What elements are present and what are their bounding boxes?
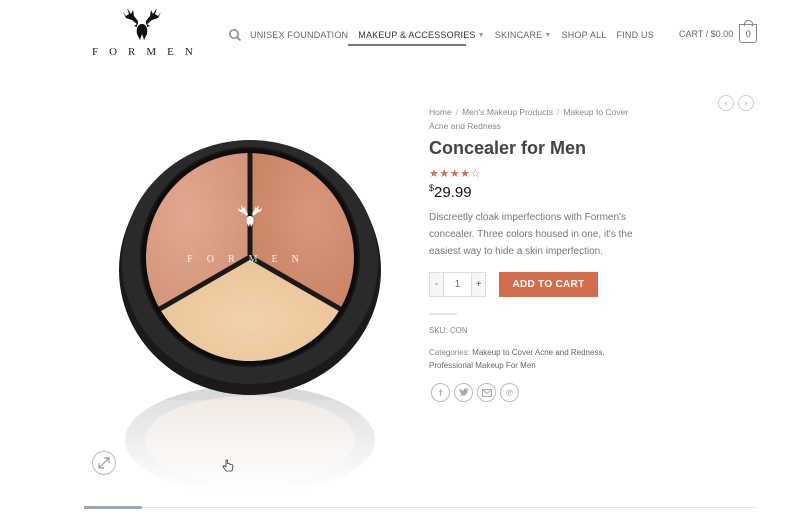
quantity-stepper: - 1 + [429,272,486,297]
search-icon[interactable] [228,28,242,42]
product-brand-text: FORMEN [187,254,313,265]
chevron-left-icon: ‹ [724,98,728,108]
product-sku: SKU: CON [429,326,468,335]
sku-label: SKU: [429,326,448,335]
previous-product-button[interactable]: ‹ [718,95,734,111]
breadcrumb-category[interactable]: Men's Makeup Products [462,107,553,117]
sku-value: CON [449,326,468,335]
active-tab-indicator[interactable] [84,506,142,509]
quantity-decrease-button[interactable]: - [430,273,443,296]
nav-item-label: SHOP ALL [561,30,607,40]
expand-icon [98,457,110,469]
product-description: Discreetly cloak imperfections with Form… [429,212,633,257]
stag-logo-icon [123,8,161,40]
rating-stars[interactable]: ★★★★☆ [429,167,481,180]
chevron-right-icon: › [744,98,748,108]
divider [429,313,457,315]
product-title: Concealer for Men [429,138,587,158]
breadcrumb-home[interactable]: Home [429,107,452,117]
site-logo[interactable]: FORMEN [82,4,202,64]
pinterest-icon[interactable]: ℗ [500,383,519,402]
nav-item-shop-all[interactable]: SHOP ALL [562,30,607,40]
main-nav: UNISEX FOUNDATION MAKEUP & ACCESSORIES ▼… [228,26,664,44]
hand-cursor-icon [222,459,234,472]
breadcrumb: Home / Men's Makeup Products / Makeup to Cov… [429,105,649,133]
cart-count-badge: 0 [739,20,758,43]
product-categories: Categories: Makeup to Cover Acne and Red… [429,346,629,372]
breadcrumb-separator: / [455,107,459,117]
nav-item-skincare[interactable]: SKINCARE ▼ [495,30,552,40]
share-icons: f ℗ [431,383,523,402]
active-nav-underline [348,44,466,46]
nav-item-label: SKINCARE [494,30,543,40]
chevron-down-icon: ▼ [477,31,485,39]
add-to-cart-button[interactable]: ADD TO CART [499,272,598,297]
chevron-down-icon: ▼ [544,31,552,39]
nav-item-find-us[interactable]: FIND US [617,30,654,40]
product-image[interactable]: FORMEN [110,110,390,490]
quantity-input[interactable]: 1 [443,273,472,296]
nav-item-label: MAKEUP & ACCESSORIES [358,30,476,40]
cart-label: CART / $0.00 [679,28,734,39]
categories-label: Categories: [429,348,470,357]
email-icon[interactable] [477,383,496,402]
nav-item-label: UNISEX FOUNDATION [250,30,349,40]
logo-text: FORMEN [92,46,204,58]
product-price: $29.99 [429,183,472,201]
tabs-border [84,507,756,508]
facebook-icon[interactable]: f [431,383,450,402]
nav-item-unisex-foundation[interactable]: UNISEX FOUNDATION [250,30,348,40]
breadcrumb-separator: / [556,107,560,117]
nav-item-label: FIND US [616,30,654,40]
quantity-increase-button[interactable]: + [472,273,485,296]
next-product-button[interactable]: › [738,95,754,111]
cart-link[interactable]: CART / $0.00 0 [679,20,758,43]
twitter-icon[interactable] [454,383,473,402]
zoom-button[interactable] [92,451,116,475]
nav-item-makeup-accessories[interactable]: MAKEUP & ACCESSORIES ▼ [358,30,485,40]
site-header: FORMEN UNISEX FOUNDATION MAKEUP & ACCESS… [0,0,800,70]
price-value: 29.99 [434,184,472,201]
